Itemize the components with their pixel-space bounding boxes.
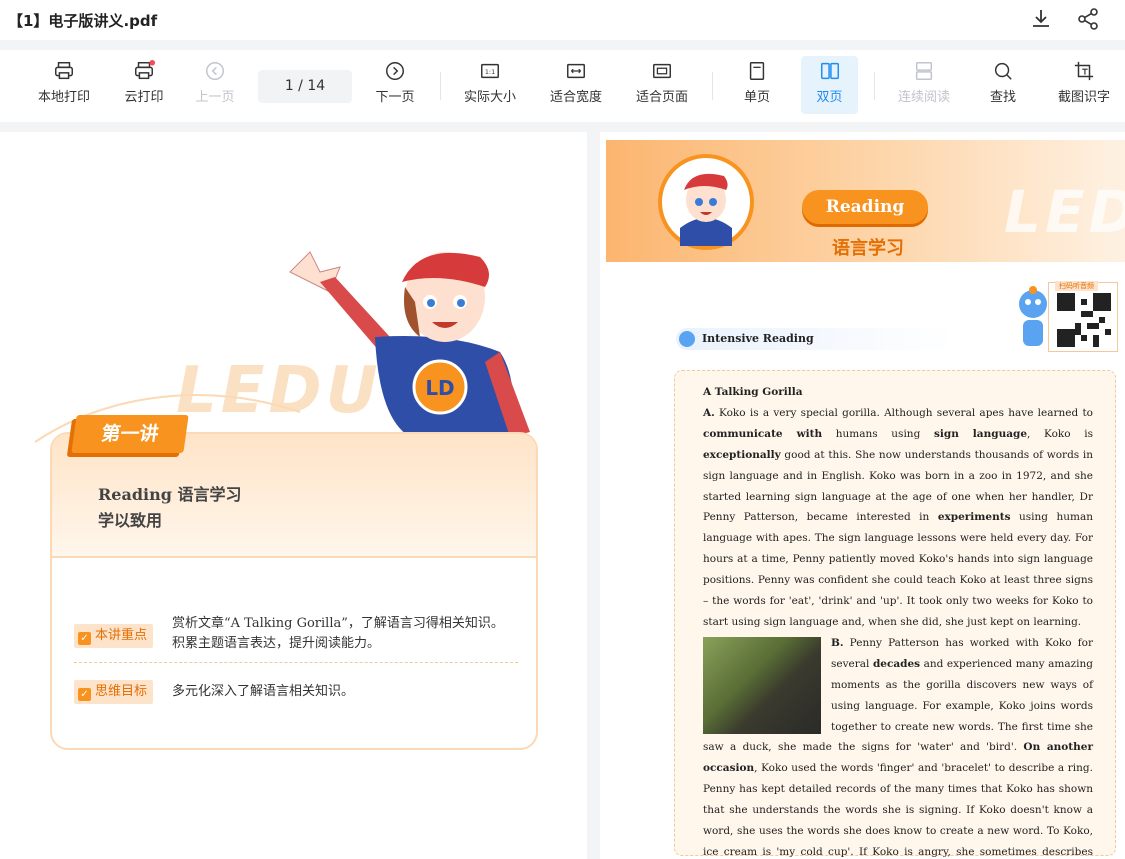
robot-mascot-icon bbox=[1019, 286, 1047, 346]
lesson-ribbon: 第一讲 bbox=[71, 415, 189, 453]
prev-page-label: 上一页 bbox=[195, 90, 235, 105]
thinking-goal-text: 多元化深入了解语言相关知识。 bbox=[172, 684, 355, 699]
paragraph-a-label: A. bbox=[703, 406, 715, 419]
lesson-card-title-line2: 学以致用 bbox=[98, 511, 163, 530]
find-button[interactable]: 查找 bbox=[980, 56, 1026, 114]
reading-header-banner: LEDU Reading 语言学习 bbox=[606, 140, 1125, 262]
file-title: 【1】电子版讲义.pdf bbox=[8, 12, 158, 30]
continuous-reading-icon bbox=[915, 62, 933, 80]
fit-page-label: 适合页面 bbox=[635, 90, 688, 105]
find-label: 查找 bbox=[989, 90, 1016, 105]
mascot-face-icon bbox=[680, 173, 732, 246]
reading-subtitle: 语言学习 bbox=[832, 238, 904, 259]
fit-page-button[interactable]: 适合页面 bbox=[628, 56, 696, 114]
continuous-reading-button[interactable]: 连续阅读 bbox=[890, 56, 958, 114]
toolbar-divider bbox=[440, 72, 441, 100]
thinking-goal-tag-label: 思维目标 bbox=[95, 684, 148, 699]
qr-caption: 扫码听音频 bbox=[1055, 281, 1098, 291]
fit-width-label: 适合宽度 bbox=[549, 90, 602, 105]
reading-passage: A Talking Gorilla A. Koko is a very spec… bbox=[703, 382, 1093, 859]
key-point-text-line2: 积累主题语言表达，提升阅读能力。 bbox=[172, 636, 381, 651]
toolbar-divider bbox=[712, 72, 713, 100]
next-page-label: 下一页 bbox=[375, 90, 415, 105]
fit-width-button[interactable]: 适合宽度 bbox=[542, 56, 610, 114]
key-point-tag-label: 本讲重点 bbox=[95, 628, 148, 643]
document-viewer[interactable]: LEDU LD Reading 语言学习 学以致用 ✓ 本讲重点 赏析文章“A … bbox=[0, 122, 1125, 859]
book-icon bbox=[679, 331, 695, 347]
crop-icon bbox=[1074, 61, 1094, 81]
svg-text:LD: LD bbox=[425, 376, 454, 400]
share-icon[interactable] bbox=[1076, 7, 1100, 31]
actual-size-label: 实际大小 bbox=[463, 90, 516, 105]
reading-badge: Reading bbox=[802, 190, 928, 224]
next-page-button[interactable]: 下一页 bbox=[368, 56, 422, 114]
pdf-page-left: LEDU LD Reading 语言学习 学以致用 ✓ 本讲重点 赏析文章“A … bbox=[0, 132, 587, 859]
local-print-label: 本地打印 bbox=[37, 90, 90, 105]
lesson-card-title-line1: Reading 语言学习 bbox=[98, 485, 242, 504]
intensive-reading-text: Intensive Reading bbox=[702, 332, 814, 345]
dashed-divider bbox=[74, 662, 518, 663]
single-page-label: 单页 bbox=[743, 90, 770, 105]
single-page-icon bbox=[749, 62, 765, 80]
fit-page-icon bbox=[653, 63, 671, 79]
cloud-printer-icon bbox=[135, 60, 155, 80]
lesson-card: Reading 语言学习 学以致用 ✓ 本讲重点 赏析文章“A Talking G… bbox=[50, 432, 538, 750]
ledu-watermark: LEDU bbox=[1004, 178, 1125, 246]
check-icon: ✓ bbox=[78, 688, 91, 701]
single-page-button[interactable]: 单页 bbox=[734, 56, 780, 114]
paragraph-b-label: B. bbox=[831, 636, 844, 649]
lesson-card-title: Reading 语言学习 学以致用 bbox=[98, 482, 242, 534]
actual-size-button[interactable]: 1:1 实际大小 bbox=[456, 56, 524, 114]
fit-width-icon bbox=[567, 63, 585, 79]
toolbar-divider bbox=[874, 72, 875, 100]
key-point-text-line1: 赏析文章“A Talking Gorilla”，了解语言习得相关知识。 bbox=[172, 616, 504, 631]
screenshot-ocr-button[interactable]: 截图识字 bbox=[1050, 56, 1118, 114]
intensive-reading-label: Intensive Reading bbox=[676, 328, 956, 350]
thinking-goal-tag: ✓ 思维目标 bbox=[74, 680, 154, 704]
key-point-tag: ✓ 本讲重点 bbox=[74, 624, 154, 648]
page-number-input[interactable]: 1 / 14 bbox=[258, 70, 352, 103]
mascot-illustration: LD bbox=[289, 251, 530, 442]
chevron-left-circle-icon bbox=[206, 62, 224, 80]
cloud-print-label: 云打印 bbox=[124, 90, 164, 105]
search-icon bbox=[994, 62, 1012, 80]
actual-size-icon: 1:1 bbox=[481, 63, 499, 79]
check-icon: ✓ bbox=[78, 632, 91, 645]
svg-text:1:1: 1:1 bbox=[485, 68, 495, 76]
double-page-label: 双页 bbox=[816, 90, 843, 105]
pdf-page-right: LEDU Reading 语言学习 扫码听音频 Intens bbox=[600, 132, 1125, 859]
local-print-button[interactable]: 本地打印 bbox=[30, 56, 98, 114]
prev-page-button[interactable]: 上一页 bbox=[188, 56, 242, 114]
qr-pattern-icon bbox=[1057, 293, 1111, 347]
toolbar: 本地打印 云打印 上一页 1 / 14 下一页 1:1 实际大小 适合宽度 适合… bbox=[0, 50, 1125, 122]
qr-code: 扫码听音频 bbox=[1048, 281, 1118, 352]
key-point-text: 赏析文章“A Talking Gorilla”，了解语言习得相关知识。 积累主题… bbox=[172, 614, 504, 654]
paragraph-a: A. Koko is a very special gorilla. Altho… bbox=[703, 406, 1093, 628]
download-icon[interactable] bbox=[1029, 7, 1053, 31]
chevron-right-circle-icon bbox=[386, 62, 404, 80]
screenshot-ocr-label: 截图识字 bbox=[1057, 90, 1110, 105]
continuous-reading-label: 连续阅读 bbox=[897, 90, 950, 105]
title-bar: 【1】电子版讲义.pdf bbox=[0, 0, 1125, 40]
article-title: A Talking Gorilla bbox=[703, 386, 803, 398]
paragraph-b: B. Penny Patterson has worked with Koko … bbox=[703, 636, 1093, 858]
mascot-avatar bbox=[658, 154, 754, 250]
cloud-print-button[interactable]: 云打印 bbox=[114, 56, 174, 114]
printer-icon bbox=[55, 62, 73, 80]
double-page-icon bbox=[820, 62, 839, 80]
gorilla-photo bbox=[703, 636, 821, 734]
double-page-button[interactable]: 双页 bbox=[801, 56, 858, 114]
